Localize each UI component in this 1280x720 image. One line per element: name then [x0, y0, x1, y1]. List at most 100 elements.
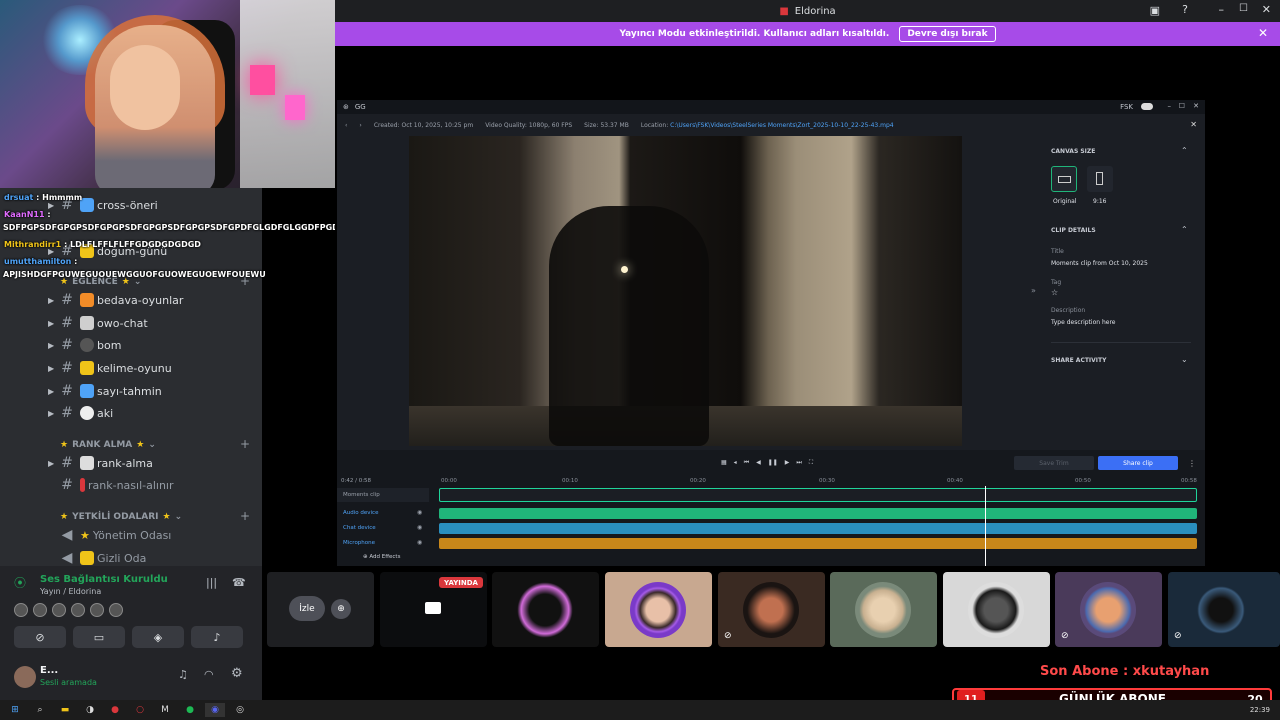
- description-input[interactable]: Type description here: [1051, 319, 1115, 326]
- camera-off-button[interactable]: ⊘: [14, 626, 66, 648]
- voice-channel-link[interactable]: Yayın / Eldorina: [40, 587, 101, 596]
- toggle[interactable]: [1141, 103, 1153, 110]
- eye-icon[interactable]: ◉: [417, 524, 422, 531]
- forward-icon[interactable]: ›: [359, 122, 361, 129]
- volume-icon[interactable]: ◂: [734, 459, 737, 467]
- playhead[interactable]: [984, 486, 986, 566]
- close-icon[interactable]: ✕: [1193, 102, 1199, 110]
- eye-icon[interactable]: ◉: [417, 539, 422, 546]
- inbox-icon[interactable]: ▣: [1150, 4, 1160, 17]
- disconnect-icon[interactable]: ☎: [232, 576, 246, 589]
- avatar[interactable]: [14, 666, 36, 688]
- back-icon[interactable]: ‹: [345, 122, 347, 129]
- microphone-track[interactable]: [439, 538, 1197, 549]
- voice-member-avatar[interactable]: [90, 603, 104, 617]
- participant-tile[interactable]: [830, 572, 937, 647]
- expand-panel-icon[interactable]: »: [1031, 286, 1036, 295]
- more-options-icon[interactable]: ⋮: [1188, 459, 1196, 468]
- forward-icon[interactable]: ▶: [785, 459, 790, 467]
- folder-icon[interactable]: ▬: [55, 703, 75, 717]
- rewind-icon[interactable]: ◀: [756, 459, 761, 467]
- title-input[interactable]: Moments clip from Oct 10, 2025: [1051, 260, 1148, 267]
- maximize-icon[interactable]: ☐: [1239, 3, 1248, 14]
- voice-member-avatar[interactable]: [33, 603, 47, 617]
- opera-icon[interactable]: ○: [130, 703, 150, 717]
- canvas-original-option[interactable]: [1051, 166, 1077, 192]
- trash-icon[interactable]: ▦: [721, 459, 727, 467]
- hash-icon: #: [61, 292, 73, 308]
- voice-member-avatar[interactable]: [109, 603, 123, 617]
- close-icon[interactable]: ✕: [1190, 120, 1197, 129]
- activity-button[interactable]: ◈: [132, 626, 184, 648]
- app-icon[interactable]: ◎: [230, 703, 250, 717]
- pause-icon[interactable]: ❚❚: [768, 459, 778, 467]
- watch-tile[interactable]: İzle ⊕: [267, 572, 374, 647]
- soundboard-button[interactable]: ♪: [191, 626, 243, 648]
- channel-bom[interactable]: ▶ # bom: [48, 334, 121, 356]
- chevron-down-icon[interactable]: ⌄: [1181, 355, 1188, 364]
- add-channel-icon[interactable]: +: [240, 509, 250, 523]
- participant-tile[interactable]: [605, 572, 712, 647]
- disable-button[interactable]: Devre dışı bırak: [899, 26, 996, 42]
- hash-icon: #: [61, 360, 73, 376]
- channel-rank-alma[interactable]: ▶ # rank-alma: [48, 452, 153, 474]
- help-icon[interactable]: ?: [1182, 3, 1188, 16]
- noise-suppression-icon[interactable]: |||: [206, 576, 217, 589]
- canvas-916-option[interactable]: [1087, 166, 1113, 192]
- search-icon[interactable]: ⌕: [30, 703, 50, 717]
- add-effects-button[interactable]: ⊕ Add Effects: [363, 554, 400, 560]
- voice-member-avatar[interactable]: [52, 603, 66, 617]
- maximize-icon[interactable]: ☐: [1179, 102, 1185, 110]
- chevron-up-icon[interactable]: ⌃: [1181, 146, 1188, 155]
- voice-channel-yonetim[interactable]: ◀ ★ Yönetim Odası: [48, 524, 172, 546]
- app-icon[interactable]: ◑: [80, 703, 100, 717]
- zoom-icon[interactable]: ⊕: [331, 599, 351, 619]
- participant-tile[interactable]: ⊘: [718, 572, 825, 647]
- discord-icon[interactable]: ◉: [205, 703, 225, 717]
- watch-button[interactable]: İzle: [289, 596, 325, 621]
- chevron-up-icon[interactable]: ⌃: [1181, 225, 1188, 234]
- signal-icon: ⦿: [14, 576, 27, 590]
- share-clip-button[interactable]: Share clip: [1098, 456, 1178, 470]
- location-link[interactable]: C:\Users\FSK\Videos\SteelSeries Moments\…: [670, 122, 893, 129]
- minimize-icon[interactable]: –: [1168, 102, 1172, 110]
- category-yetkili-odalari[interactable]: ★ YETKİLİ ODALARI ★ ⌄: [60, 512, 182, 522]
- skip-start-icon[interactable]: ⏮: [744, 459, 749, 467]
- spotify-icon[interactable]: ●: [180, 703, 200, 717]
- fullscreen-icon[interactable]: ⛶: [809, 459, 813, 467]
- participant-tile[interactable]: [492, 572, 599, 647]
- start-icon[interactable]: ⊞: [5, 703, 25, 717]
- save-trim-button[interactable]: Save Trim: [1014, 456, 1094, 470]
- participant-tile[interactable]: ⊘: [1055, 572, 1162, 647]
- channel-owo-chat[interactable]: ▶ # owo-chat: [48, 312, 148, 334]
- clip-details-header: CLIP DETAILS: [1051, 227, 1096, 234]
- microphone-icon[interactable]: ♫: [178, 668, 188, 681]
- app-icon[interactable]: ●: [105, 703, 125, 717]
- star-icon[interactable]: ☆: [1051, 288, 1058, 297]
- chat-device-track[interactable]: [439, 523, 1197, 534]
- clip-video-player[interactable]: [409, 136, 962, 446]
- eye-icon[interactable]: ◉: [417, 509, 422, 516]
- audio-device-track[interactable]: [439, 508, 1197, 519]
- channel-kelime-oyunu[interactable]: ▶ # kelime-oyunu: [48, 357, 172, 379]
- channel-rank-nasil-alinir[interactable]: # rank-nasıl-alınır: [48, 474, 173, 496]
- screen-share-button[interactable]: ▭: [73, 626, 125, 648]
- channel-aki[interactable]: ▶ # aki: [48, 402, 113, 424]
- participant-tile[interactable]: ⊘: [1168, 572, 1280, 647]
- gear-icon[interactable]: ⚙: [231, 666, 243, 681]
- moments-clip-track[interactable]: [439, 488, 1197, 502]
- voice-member-avatar[interactable]: [71, 603, 85, 617]
- app-icon[interactable]: M: [155, 703, 175, 717]
- participant-tile[interactable]: [943, 572, 1050, 647]
- add-channel-icon[interactable]: +: [240, 437, 250, 451]
- skip-end-icon[interactable]: ⏭: [796, 459, 801, 467]
- channel-bedava-oyunlar[interactable]: ▶ # bedava-oyunlar: [48, 289, 183, 311]
- minimize-icon[interactable]: –: [1219, 3, 1225, 16]
- voice-member-avatar[interactable]: [14, 603, 28, 617]
- close-icon[interactable]: ✕: [1262, 3, 1271, 16]
- live-badge: YAYINDA: [439, 577, 483, 588]
- headphones-icon[interactable]: ◠: [204, 668, 214, 681]
- close-icon[interactable]: ✕: [1258, 26, 1268, 40]
- category-rank-alma[interactable]: ★ RANK ALMA ★ ⌄: [60, 440, 156, 450]
- channel-sayi-tahmin[interactable]: ▶ # sayı-tahmin: [48, 380, 162, 402]
